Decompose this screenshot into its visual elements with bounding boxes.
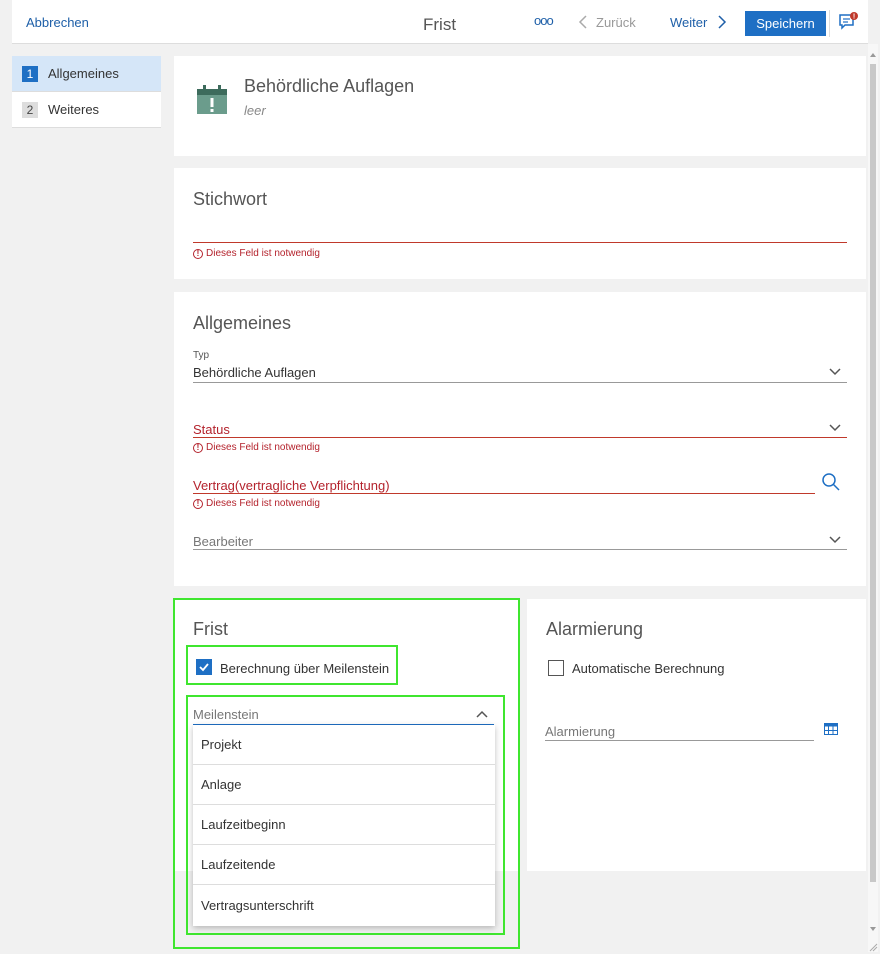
dropdown-option[interactable]: Laufzeitende: [193, 845, 495, 885]
typ-select-value[interactable]: Behördliche Auflagen: [193, 365, 316, 380]
error-message: ! Dieses Feld ist notwendig: [193, 498, 320, 509]
calendar-icon: [196, 84, 228, 119]
scrollbar[interactable]: [868, 44, 878, 952]
resize-grip-icon[interactable]: [868, 942, 878, 952]
error-text: Dieses Feld ist notwendig: [206, 498, 320, 509]
error-icon: !: [193, 248, 203, 259]
next-button[interactable]: Weiter: [670, 15, 727, 30]
status-label[interactable]: Status: [193, 422, 230, 437]
stichwort-card: Stichwort ! Dieses Feld ist notwendig: [174, 168, 866, 279]
typ-select[interactable]: [193, 382, 847, 383]
alarmierung-input[interactable]: [545, 740, 814, 741]
step-number: 1: [22, 65, 38, 82]
record-subtitle: leer: [244, 103, 266, 118]
allgemeines-card: Allgemeines Typ Behördliche Auflagen Sta…: [174, 292, 866, 586]
chat-notification-icon[interactable]: !: [838, 12, 858, 32]
vertrag-label[interactable]: Vertrag(vertragliche Verpflichtung): [193, 478, 390, 493]
status-select[interactable]: [193, 437, 847, 438]
scroll-up-icon[interactable]: [868, 50, 878, 60]
meilenstein-checkbox[interactable]: [196, 659, 212, 675]
chevron-up-icon[interactable]: [475, 709, 489, 719]
checkbox-label: Automatische Berechnung: [572, 661, 725, 676]
nav-item-label: Allgemeines: [48, 66, 119, 81]
back-button[interactable]: Zurück: [578, 15, 636, 30]
dropdown-option[interactable]: Laufzeitbeginn: [193, 805, 495, 845]
cancel-link[interactable]: Abbrechen: [26, 15, 89, 30]
calendar-picker-icon[interactable]: [824, 723, 838, 735]
section-title: Alarmierung: [546, 619, 644, 639]
dropdown-option[interactable]: Vertragsunterschrift: [193, 885, 495, 926]
meilenstein-dropdown-list: Projekt Anlage Laufzeitbeginn Laufzeiten…: [193, 725, 495, 926]
dropdown-option[interactable]: Projekt: [193, 725, 495, 765]
chevron-right-icon: [718, 15, 727, 29]
alarmierung-card: Alarmierung Automatische Berechnung Alar…: [527, 599, 866, 871]
bearbeiter-select[interactable]: [193, 549, 847, 550]
divider: [829, 10, 830, 37]
vertrag-input[interactable]: [193, 493, 815, 494]
nav-item-weiteres[interactable]: 2 Weiteres: [12, 92, 161, 128]
error-icon: !: [193, 442, 203, 453]
error-message: ! Dieses Feld ist notwendig: [193, 248, 320, 259]
next-label: Weiter: [670, 15, 708, 30]
scrollbar-thumb[interactable]: [870, 64, 876, 882]
checkmark-icon: [199, 663, 209, 672]
meilenstein-label[interactable]: Meilenstein: [193, 707, 259, 722]
section-title: Stichwort: [193, 189, 268, 209]
stichwort-input[interactable]: [193, 242, 847, 243]
step-navigation: 1 Allgemeines 2 Weiteres: [12, 56, 161, 128]
step-number: 2: [22, 101, 38, 118]
nav-item-label: Weiteres: [48, 102, 100, 117]
svg-text:!: !: [853, 14, 855, 21]
chevron-down-icon[interactable]: [828, 367, 842, 377]
dropdown-option[interactable]: Anlage: [193, 765, 495, 805]
error-text: Dieses Feld ist notwendig: [206, 248, 320, 259]
scroll-down-icon[interactable]: [868, 924, 878, 934]
checkbox-label: Berechnung über Meilenstein: [220, 661, 390, 676]
error-message: ! Dieses Feld ist notwendig: [193, 442, 320, 453]
chevron-left-icon: [578, 15, 587, 29]
more-options-icon[interactable]: ooo: [534, 13, 554, 28]
chevron-down-icon[interactable]: [828, 423, 842, 433]
chevron-down-icon[interactable]: [828, 535, 842, 545]
record-title: Behördliche Auflagen: [244, 76, 415, 96]
section-title: Allgemeines: [193, 313, 292, 333]
error-icon: !: [193, 498, 203, 509]
header-card: Behördliche Auflagen leer: [174, 56, 866, 156]
auto-calculation-checkbox[interactable]: [548, 660, 564, 676]
nav-item-allgemeines[interactable]: 1 Allgemeines: [12, 56, 161, 92]
page-title: Frist: [423, 15, 457, 34]
back-label: Zurück: [596, 15, 636, 30]
save-button[interactable]: Speichern: [745, 11, 826, 36]
bearbeiter-label[interactable]: Bearbeiter: [193, 534, 253, 549]
alarmierung-label[interactable]: Alarmierung: [545, 724, 615, 739]
search-icon[interactable]: [821, 472, 841, 492]
typ-label: Typ: [193, 350, 210, 361]
top-bar: Abbrechen Frist ooo Zurück Weiter Speich…: [12, 0, 868, 44]
error-text: Dieses Feld ist notwendig: [206, 442, 320, 453]
